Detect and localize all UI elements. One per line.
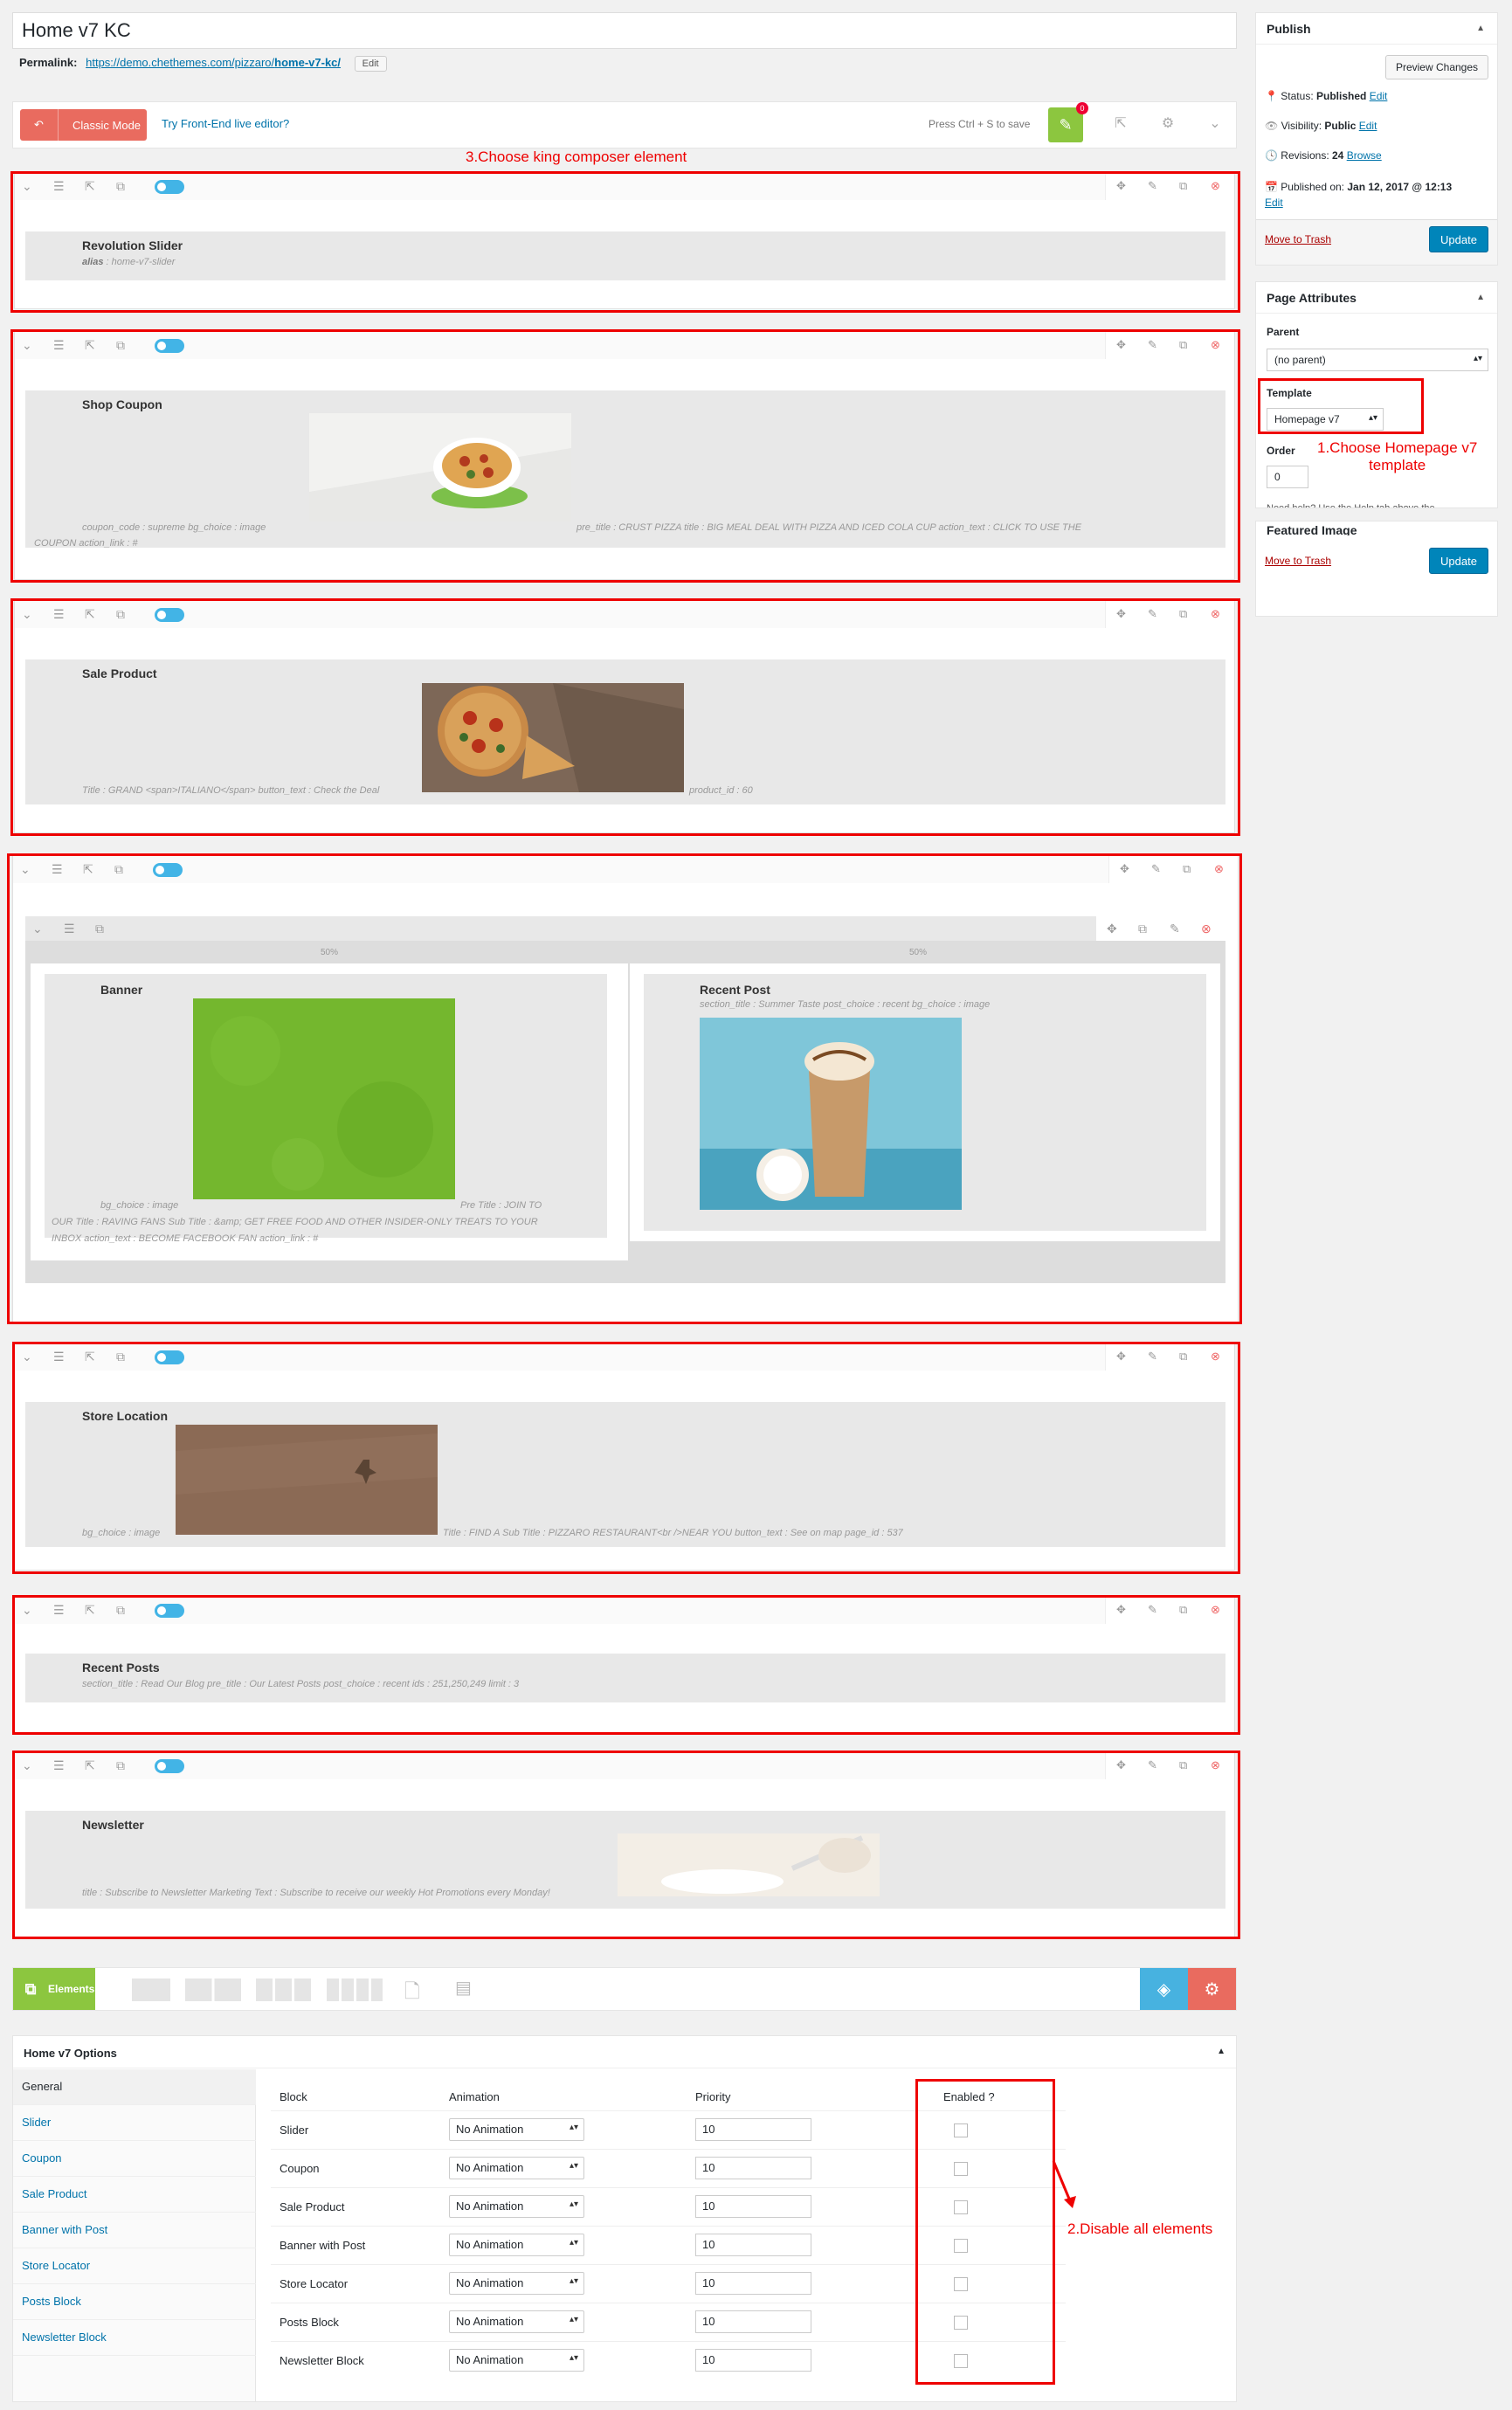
permalink-label: Permalink: <box>19 56 78 69</box>
attributes-help-text: Need help? Use the Help tab above the <box>1267 499 1488 508</box>
clock-icon: 🕓 <box>1265 149 1278 162</box>
update-button[interactable]: Update <box>1429 226 1488 252</box>
featured-header: Featured Image <box>1267 523 1357 535</box>
annotation-step3: 3.Choose king composer element <box>466 148 687 165</box>
pin-icon: 📍 <box>1265 90 1278 102</box>
options-title: Home v7 Options <box>24 2047 117 2060</box>
kc-elements-bar: ⧉ Elements 🗋 ▤ ◈ ⚙ <box>12 1967 1237 2011</box>
chevron-down-icon[interactable]: ⌄ <box>1205 114 1225 135</box>
permalink-url[interactable]: https://demo.chethemes.com/pizzaro/home-… <box>86 56 346 69</box>
publish-header: Publish ▲ <box>1256 13 1497 45</box>
notes-icon[interactable]: ▤ <box>455 1977 472 1999</box>
highlight-box <box>915 2079 1055 2385</box>
options-tabs: General Slider Coupon Sale Product Banne… <box>13 2069 256 2401</box>
animation-select[interactable]: No Animation ▴▾ <box>449 2118 584 2141</box>
settings-icon[interactable]: ⚙ <box>1188 1968 1236 2010</box>
highlight-box <box>12 1342 1240 1574</box>
animation-select[interactable]: No Animation ▴▾ <box>449 2272 584 2295</box>
caret-up-icon[interactable]: ▲ <box>1476 24 1485 33</box>
eye-icon: 👁 <box>1265 120 1279 132</box>
tab-coupon[interactable]: Coupon <box>13 2141 256 2177</box>
tab-general[interactable]: General <box>13 2069 256 2105</box>
animation-select[interactable]: No Animation ▴▾ <box>449 2157 584 2179</box>
order-input[interactable]: 0 <box>1267 466 1308 488</box>
parent-label: Parent <box>1267 326 1300 338</box>
annotation-step2: 2.Disable all elements <box>1067 2220 1213 2237</box>
publish-box: Publish ▲ Preview Changes 📍 Status: Publi… <box>1255 12 1498 266</box>
permalink-row: Permalink: https://demo.chethemes.com/pi… <box>19 56 387 72</box>
visibility-edit-link[interactable]: Edit <box>1359 120 1377 132</box>
layout-3col-icon[interactable] <box>256 1978 312 2001</box>
update-button[interactable]: Update <box>1429 548 1488 574</box>
document-icon[interactable]: 🗋 <box>404 1977 420 2010</box>
elements-button[interactable]: ⧉ Elements <box>13 1968 95 2010</box>
animation-select[interactable]: No Animation ▴▾ <box>449 2349 584 2372</box>
elements-icon: ⧉ <box>24 1979 37 1998</box>
attributes-header: Page Attributes ▲ <box>1256 282 1497 314</box>
caret-up-icon[interactable]: ▲ <box>1217 2047 1225 2056</box>
preview-changes-button[interactable]: Preview Changes <box>1385 55 1488 79</box>
classic-mode-button[interactable]: ↶ Classic Mode <box>20 109 147 141</box>
priority-input[interactable]: 10 <box>695 2349 811 2372</box>
priority-input[interactable]: 10 <box>695 2118 811 2141</box>
parent-select[interactable]: (no parent) ▴▾ <box>1267 349 1488 371</box>
animation-select[interactable]: No Animation ▴▾ <box>449 2234 584 2256</box>
published-on-row: 📅 Published on: Jan 12, 2017 @ 12:13 Edit <box>1265 181 1453 209</box>
priority-input[interactable]: 10 <box>695 2195 811 2218</box>
layout-4col-icon[interactable] <box>327 1978 383 2001</box>
featured-image-box: Featured Image Move to Trash Update <box>1255 521 1498 617</box>
highlight-box <box>10 171 1240 313</box>
priority-input[interactable]: 10 <box>695 2234 811 2256</box>
calendar-icon: 📅 <box>1265 181 1278 193</box>
annotation-arrow <box>1052 2160 1076 2208</box>
highlight-box <box>7 853 1242 1324</box>
tab-banner-with-post[interactable]: Banner with Post <box>13 2213 256 2248</box>
order-label: Order <box>1267 445 1295 457</box>
date-edit-link[interactable]: Edit <box>1265 197 1283 209</box>
export-icon[interactable]: ⇱ <box>1110 114 1131 135</box>
tab-posts-block[interactable]: Posts Block <box>13 2284 256 2320</box>
pencil-icon: ✎ <box>1059 115 1073 134</box>
animation-select[interactable]: No Animation ▴▾ <box>449 2310 584 2333</box>
status-edit-link[interactable]: Edit <box>1370 90 1388 102</box>
annotation-step1: 1.Choose Homepage v7 template <box>1317 439 1478 473</box>
highlight-box <box>10 329 1240 583</box>
kc-topbar: ↶ Classic Mode Try Front-End live editor… <box>12 101 1237 148</box>
highlight-box <box>12 1595 1240 1735</box>
tab-store-locator[interactable]: Store Locator <box>13 2248 256 2284</box>
animation-select[interactable]: No Animation ▴▾ <box>449 2195 584 2218</box>
layers-icon[interactable]: ◈ <box>1140 1968 1188 2010</box>
layout-2col-icon[interactable] <box>185 1978 241 2001</box>
move-to-trash-link[interactable]: Move to Trash <box>1265 233 1331 245</box>
browse-revisions-link[interactable]: Browse <box>1347 149 1382 162</box>
frontend-editor-link[interactable]: Try Front-End live editor? <box>162 117 289 130</box>
tab-newsletter-block[interactable]: Newsletter Block <box>13 2320 256 2356</box>
tab-slider[interactable]: Slider <box>13 2105 256 2141</box>
unsaved-badge: 0 <box>1076 102 1088 114</box>
tab-sale-product[interactable]: Sale Product <box>13 2177 256 2213</box>
priority-input[interactable]: 10 <box>695 2310 811 2333</box>
caret-up-icon[interactable]: ▲ <box>1476 293 1485 302</box>
highlight-box <box>10 598 1240 836</box>
permalink-edit-button[interactable]: Edit <box>354 56 387 72</box>
priority-input[interactable]: 10 <box>695 2272 811 2295</box>
revisions-row: 🕓 Revisions: 24 Browse <box>1265 149 1382 162</box>
save-shortcut-hint: Press Ctrl + S to save <box>929 118 1031 130</box>
highlight-box <box>1258 378 1424 434</box>
back-arrow-icon: ↶ <box>20 109 59 141</box>
post-title-input[interactable]: Home v7 KC <box>12 12 1237 49</box>
gear-icon[interactable]: ⚙ <box>1157 114 1178 135</box>
visibility-row: 👁 Visibility: Public Edit <box>1265 120 1377 132</box>
status-row: 📍 Status: Published Edit <box>1265 90 1388 102</box>
move-to-trash-link[interactable]: Move to Trash <box>1265 555 1331 567</box>
priority-input[interactable]: 10 <box>695 2157 811 2179</box>
layout-1col-icon[interactable] <box>132 1978 170 2001</box>
highlight-box <box>12 1751 1240 1939</box>
save-button[interactable]: ✎ 0 <box>1048 102 1088 142</box>
